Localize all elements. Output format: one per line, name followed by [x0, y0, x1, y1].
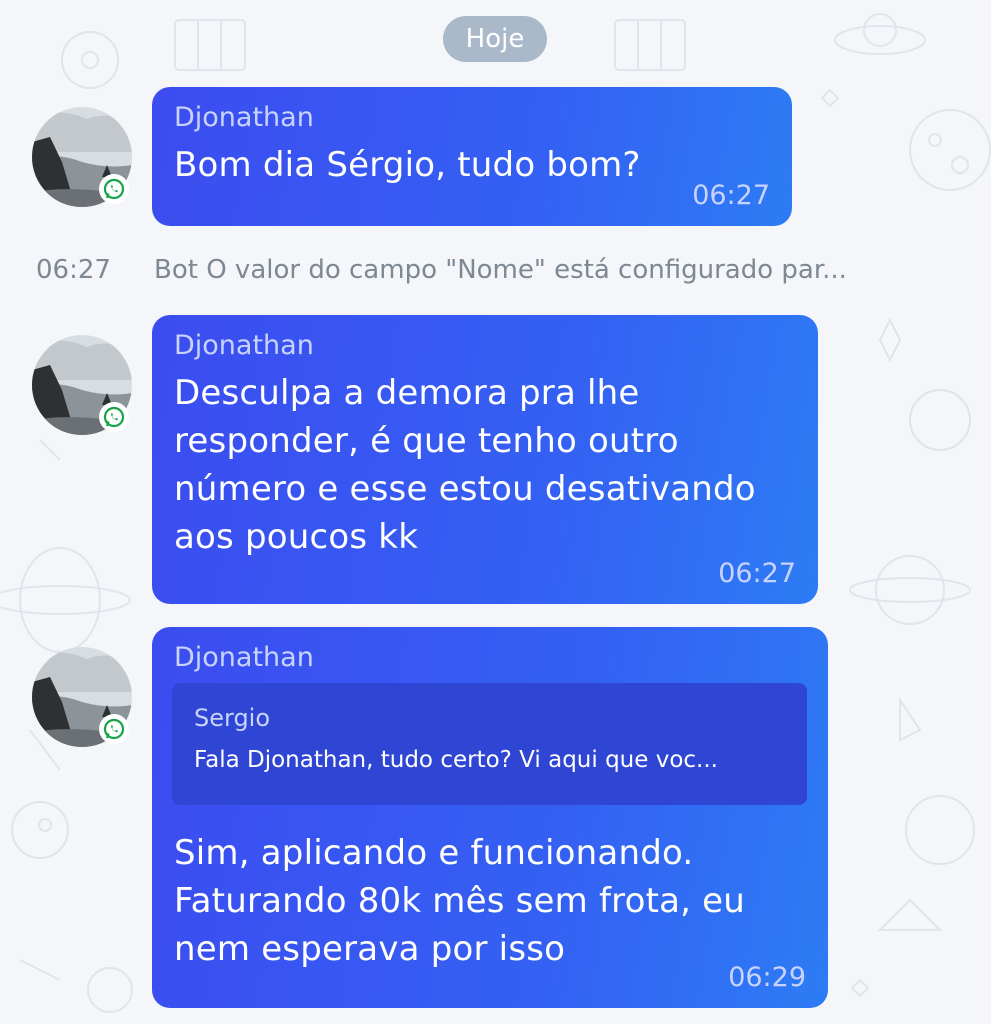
sender-name: Djonathan — [174, 102, 314, 133]
system-message-text: Bot O valor do campo "Nome" está configu… — [154, 255, 847, 285]
message-bubble[interactable]: Djonathan Desculpa a demora pra lhe resp… — [152, 315, 818, 604]
message-time: 06:29 — [728, 962, 806, 993]
message-line: nem esperava por isso — [174, 929, 566, 969]
whatsapp-icon — [99, 402, 129, 432]
message-text: Sim, aplicando e funcionando. Faturando … — [174, 829, 745, 973]
message-line: Sim, aplicando e funcionando. — [174, 833, 694, 873]
message-bubble[interactable]: Djonathan Sergio Fala Djonathan, tudo ce… — [152, 627, 828, 1008]
message-time: 06:27 — [692, 180, 770, 211]
message-line: Desculpa a demora pra lhe — [174, 373, 640, 413]
quoted-text: Fala Djonathan, tudo certo? Vi aqui que … — [194, 747, 718, 773]
message-line: aos poucos kk — [174, 517, 419, 557]
system-message-time: 06:27 — [36, 255, 111, 285]
message-text: Bom dia Sérgio, tudo bom? — [174, 145, 641, 185]
sender-name: Djonathan — [174, 330, 314, 361]
whatsapp-icon — [99, 174, 129, 204]
message-line: Faturando 80k mês sem frota, eu — [174, 881, 746, 921]
message-time: 06:27 — [718, 558, 796, 589]
sender-name: Djonathan — [174, 642, 314, 673]
message-text: Desculpa a demora pra lhe responder, é q… — [174, 369, 756, 561]
message-bubble[interactable]: Djonathan Bom dia Sérgio, tudo bom? 06:2… — [152, 87, 792, 226]
message-line: responder, é que tenho outro — [174, 421, 679, 461]
message-line: número e esse estou desativando — [174, 469, 756, 509]
date-divider: Hoje — [443, 16, 547, 62]
quoted-sender: Sergio — [194, 704, 271, 732]
quoted-message[interactable]: Sergio Fala Djonathan, tudo certo? Vi aq… — [172, 683, 807, 805]
whatsapp-icon — [99, 714, 129, 744]
system-message: 06:27 Bot O valor do campo "Nome" está co… — [36, 253, 966, 287]
